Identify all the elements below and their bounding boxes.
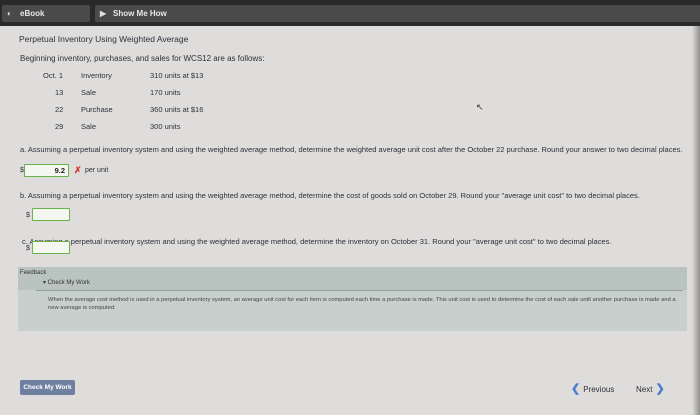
video-icon: ▶ xyxy=(100,9,107,18)
mouse-cursor-icon: ↖ xyxy=(476,102,484,112)
row-date: 29 xyxy=(55,122,64,131)
problem-intro: Beginning inventory, purchases, and sale… xyxy=(20,54,265,63)
row-type: Inventory xyxy=(81,71,112,80)
row-detail: 310 units at $13 xyxy=(150,71,204,80)
previous-button[interactable]: ❮ Previous xyxy=(571,382,614,395)
ebook-icon: ◐ xyxy=(7,9,12,18)
question-b-text: b. Assuming a perpetual inventory system… xyxy=(20,191,640,200)
row-detail: 300 units xyxy=(150,122,181,131)
show-me-how-tab-label: Show Me How xyxy=(113,9,167,18)
next-label: Next xyxy=(636,385,653,394)
chevron-right-icon: ❯ xyxy=(655,383,665,395)
row-detail: 360 units at $16 xyxy=(150,105,204,114)
row-date: 13 xyxy=(55,88,64,97)
feedback-header xyxy=(18,267,687,290)
currency-symbol: $ xyxy=(26,212,30,219)
ebook-tab[interactable]: ◐ eBook xyxy=(2,5,90,22)
answer-c-input[interactable] xyxy=(32,241,70,254)
currency-symbol: $ xyxy=(26,245,30,252)
answer-a-unit: per unit xyxy=(85,167,109,174)
feedback-label: Feedback xyxy=(20,270,47,276)
row-date: Oct. 1 xyxy=(43,71,64,80)
problem-content: Perpetual Inventory Using Weighted Avera… xyxy=(0,26,700,415)
row-type: Sale xyxy=(81,122,97,131)
question-a-text: a. Assuming a perpetual inventory system… xyxy=(20,145,683,154)
next-button[interactable]: Next ❯ xyxy=(636,382,665,395)
feedback-check-my-work-toggle[interactable]: ▾ Check My Work xyxy=(43,279,90,286)
feedback-text: When the average cost method is used in … xyxy=(48,297,676,311)
row-type: Sale xyxy=(81,88,97,97)
ebook-tab-label: eBook xyxy=(20,9,45,18)
answer-a-input[interactable]: 9.2 xyxy=(24,164,69,177)
incorrect-x-icon: ✗ xyxy=(74,165,82,175)
feedback-divider xyxy=(36,290,683,291)
previous-label: Previous xyxy=(583,385,615,394)
row-date: 22 xyxy=(55,105,64,114)
check-my-work-button[interactable]: Check My Work xyxy=(20,380,75,395)
question-c-text: c. Assuming a perpetual inventory system… xyxy=(22,237,612,246)
row-detail: 170 units xyxy=(150,88,181,97)
row-type: Purchase xyxy=(81,105,113,114)
answer-b-input[interactable] xyxy=(32,208,70,221)
problem-title: Perpetual Inventory Using Weighted Avera… xyxy=(19,34,189,44)
top-tab-bar: ◐ eBook ▶ Show Me How xyxy=(0,0,700,26)
show-me-how-tab[interactable]: ▶ Show Me How xyxy=(95,5,700,22)
chevron-left-icon: ❮ xyxy=(571,383,581,395)
